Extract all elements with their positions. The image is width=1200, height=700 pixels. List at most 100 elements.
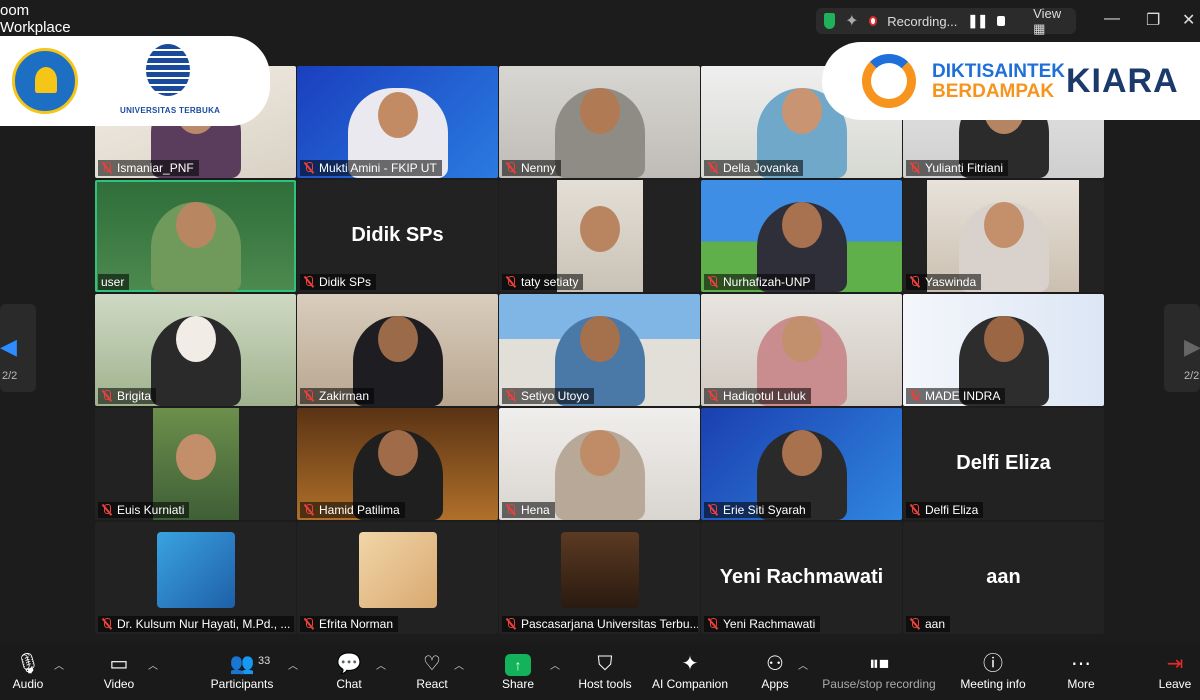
ai-companion-button[interactable]: ✦ AI Companion: [650, 651, 730, 691]
react-button[interactable]: ♡ React: [414, 651, 450, 691]
video-tile[interactable]: taty setiaty: [499, 180, 700, 292]
ai-sparkle-icon[interactable]: ✦: [845, 11, 858, 31]
mic-muted-icon: [505, 276, 517, 288]
encryption-shield-icon[interactable]: [824, 13, 836, 29]
close-icon[interactable]: ✕: [1182, 10, 1195, 30]
chat-button[interactable]: 💬 Chat: [334, 651, 364, 691]
video-tile[interactable]: aan aan: [903, 522, 1104, 634]
react-options-caret-icon[interactable]: ︿: [454, 657, 464, 672]
host-tools-button[interactable]: ⛉ Host tools: [576, 651, 634, 691]
participant-name-tag: Yeni Rachmawati: [704, 616, 821, 632]
participant-name-tag: Nenny: [502, 160, 561, 176]
mic-muted-icon: [303, 618, 315, 630]
mic-muted-icon: [505, 390, 517, 402]
participant-name: Euis Kurniati: [117, 503, 185, 517]
video-tile[interactable]: Pascasarjana Universitas Terbu...: [499, 522, 700, 634]
participant-name: Zakirman: [319, 389, 370, 403]
apps-icon: ⚇: [766, 653, 784, 675]
ai-sparkle-icon: ✦: [681, 653, 699, 675]
mic-muted-icon: [707, 504, 719, 516]
pause-stop-recording-button[interactable]: ⏸⏹ Pause/stop recording: [820, 651, 938, 691]
microphone-icon: 🎙: [15, 653, 41, 675]
apps-label: Apps: [761, 677, 789, 691]
participant-name: Hena: [521, 503, 550, 517]
chevron-right-icon: ▶: [1184, 334, 1200, 359]
participant-name-tag: Zakirman: [300, 388, 375, 404]
share-label: Share: [501, 677, 535, 691]
stop-recording-icon[interactable]: [997, 16, 1006, 26]
institution-logo-banner-right: DIKTISAINTEK BERDAMPAK KIARA: [822, 42, 1200, 120]
video-tile[interactable]: Hena: [499, 408, 700, 520]
participant-name-tag: taty setiaty: [502, 274, 584, 290]
diktisaintek-text: DIKTISAINTEK BERDAMPAK: [932, 62, 1065, 102]
previous-page-button[interactable]: ◀ 2/2: [0, 304, 36, 392]
video-button[interactable]: ▭ Video: [100, 651, 138, 691]
chevron-left-icon: ◀: [0, 334, 17, 359]
video-tile[interactable]: Nurhafizah-UNP: [701, 180, 902, 292]
pause-recording-icon[interactable]: ❚❚: [967, 13, 988, 29]
participant-name: Nurhafizah-UNP: [723, 275, 811, 289]
video-tile-active-speaker[interactable]: user: [95, 180, 296, 292]
mic-muted-icon: [101, 390, 113, 402]
meeting-info-button[interactable]: ⓘ Meeting info: [956, 651, 1030, 691]
mic-muted-icon: [909, 504, 921, 516]
video-tile[interactable]: Zakirman: [297, 294, 498, 406]
view-label: View: [1033, 5, 1062, 21]
video-tile[interactable]: Erie Siti Syarah: [701, 408, 902, 520]
participant-name-tag: Delfi Eliza: [906, 502, 984, 518]
participant-name-tag: Pascasarjana Universitas Terbu...: [502, 616, 698, 632]
share-options-caret-icon[interactable]: ︿: [550, 657, 560, 672]
share-button[interactable]: ↑ Share: [500, 651, 536, 691]
restore-icon[interactable]: ❐: [1146, 10, 1160, 30]
video-tile[interactable]: Hadiqotul Luluk: [701, 294, 902, 406]
video-tile[interactable]: Euis Kurniati: [95, 408, 296, 520]
minimize-icon[interactable]: —: [1104, 10, 1120, 28]
mic-muted-icon: [505, 618, 517, 630]
video-tile[interactable]: Yaswinda: [903, 180, 1104, 292]
info-icon: ⓘ: [983, 653, 1003, 675]
mic-muted-icon: [909, 618, 921, 630]
video-tile[interactable]: Mukti Amini - FKIP UT: [297, 66, 498, 178]
video-tile[interactable]: Efrita Norman: [297, 522, 498, 634]
mic-muted-icon: [707, 618, 719, 630]
ai-companion-label: AI Companion: [651, 677, 729, 691]
leave-button[interactable]: ⇥ Leave: [1158, 651, 1192, 691]
pause-stop-icon: ⏸⏹: [869, 653, 889, 675]
video-tile[interactable]: Setiyo Utoyo: [499, 294, 700, 406]
leave-label: Leave: [1158, 677, 1192, 691]
participant-name-tag: Euis Kurniati: [98, 502, 190, 518]
video-tile[interactable]: Yeni Rachmawati Yeni Rachmawati: [701, 522, 902, 634]
mic-muted-icon: [505, 504, 517, 516]
avatar: [561, 532, 639, 608]
app-name-line1: oom: [0, 2, 30, 19]
video-tile[interactable]: Hamid Patilima: [297, 408, 498, 520]
participant-display-name: Didik SPs: [351, 224, 444, 246]
participant-name: Della Jovanka: [723, 161, 799, 175]
mic-muted-icon: [909, 276, 921, 288]
participant-name: Setiyo Utoyo: [521, 389, 590, 403]
video-tile[interactable]: Nenny: [499, 66, 700, 178]
participant-name: Erie Siti Syarah: [723, 503, 806, 517]
mic-muted-icon: [909, 162, 921, 174]
chat-options-caret-icon[interactable]: ︿: [376, 657, 386, 672]
apps-options-caret-icon[interactable]: ︿: [798, 657, 808, 672]
video-options-caret-icon[interactable]: ︿: [148, 657, 158, 672]
more-button[interactable]: ⋯ More: [1064, 651, 1098, 691]
next-page-button[interactable]: ▶ 2/2: [1164, 304, 1200, 392]
participant-name: Delfi Eliza: [925, 503, 979, 517]
zoom-meeting-window: oom Workplace ✦ Recording... ❚❚ View ▦ —…: [0, 0, 1200, 700]
video-tile[interactable]: Delfi Eliza Delfi Eliza: [903, 408, 1104, 520]
video-tile[interactable]: Didik SPs Didik SPs: [297, 180, 498, 292]
view-button[interactable]: View ▦: [1033, 6, 1068, 37]
apps-button[interactable]: ⚇ Apps: [758, 651, 792, 691]
institution-logo-banner-left: UNIVERSITAS TERBUKA: [0, 36, 270, 126]
participant-name-tag: Hamid Patilima: [300, 502, 405, 518]
participant-name: Yaswinda: [925, 275, 977, 289]
audio-options-caret-icon[interactable]: ︿: [54, 657, 64, 672]
video-tile[interactable]: Dr. Kulsum Nur Hayati, M.Pd., ...: [95, 522, 296, 634]
participants-options-caret-icon[interactable]: ︿: [288, 657, 298, 672]
video-tile[interactable]: MADE INDRA: [903, 294, 1104, 406]
video-tile[interactable]: Brigita: [95, 294, 296, 406]
audio-button[interactable]: 🎙 Audio: [10, 651, 46, 691]
mic-muted-icon: [909, 390, 921, 402]
